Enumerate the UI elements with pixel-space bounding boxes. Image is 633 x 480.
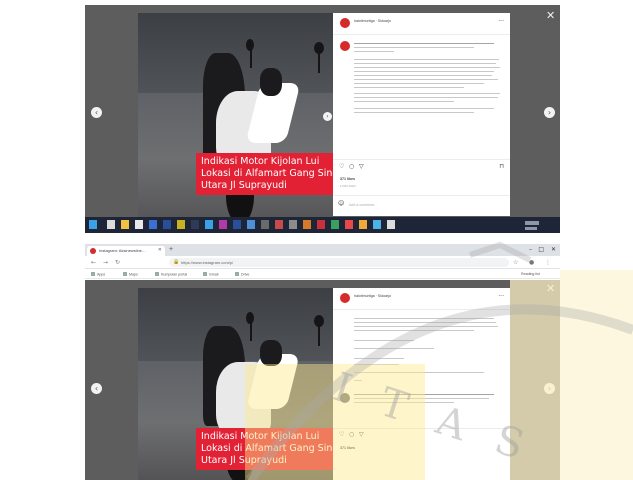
- likes-count[interactable]: 371 likes: [340, 446, 355, 450]
- more-options-icon[interactable]: ···: [498, 18, 504, 25]
- heart-icon[interactable]: ♡: [339, 163, 344, 170]
- image-caption: Indikasi Motor Kijolan Lui Lokasi di Alf…: [196, 428, 333, 470]
- heart-icon[interactable]: ♡: [339, 431, 344, 438]
- chevron-left-icon[interactable]: ‹: [91, 383, 102, 394]
- taskbar-app-icon[interactable]: [233, 220, 241, 229]
- chevron-left-icon[interactable]: ‹: [91, 107, 102, 118]
- caption-line-1: Indikasi Motor Kijolan Lui: [201, 156, 320, 167]
- send-icon[interactable]: ▽: [359, 431, 364, 438]
- comment-icon[interactable]: ○: [349, 163, 354, 170]
- taskbar-app-icon[interactable]: [135, 220, 143, 229]
- post-photo: Indikasi Motor Kijolan Lui Lokasi di Alf…: [138, 288, 333, 480]
- taskbar-app-icon[interactable]: [177, 220, 185, 229]
- window-minimize-icon[interactable]: –: [529, 246, 532, 253]
- url-text: https://www.instagram.com/p/: [181, 260, 234, 265]
- back-icon[interactable]: ←: [91, 259, 96, 266]
- start-icon[interactable]: [89, 220, 97, 229]
- caption-avatar: [340, 41, 350, 51]
- likes-count[interactable]: 371 likes: [340, 177, 355, 181]
- account-avatar[interactable]: [340, 293, 350, 303]
- taskbar-app-icon[interactable]: [163, 220, 171, 229]
- taskbar-app-icon[interactable]: [345, 220, 353, 229]
- caption-line-1: Indikasi Motor Kijolan Lui: [201, 431, 320, 442]
- account-avatar[interactable]: [340, 18, 350, 28]
- taskbar-app-icon[interactable]: [289, 220, 297, 229]
- post-timestamp: 1 DAY AGO: [340, 184, 356, 188]
- photo-next-chevron-icon[interactable]: ›: [323, 112, 332, 121]
- taskbar-app-icon[interactable]: [149, 220, 157, 229]
- forward-icon[interactable]: →: [103, 259, 108, 266]
- tab-close-icon[interactable]: ✕: [158, 247, 162, 253]
- more-options-icon[interactable]: ···: [498, 293, 504, 300]
- comment-icon[interactable]: ○: [349, 431, 354, 438]
- browser-tab[interactable]: Instagram: Aksinewsline… ✕: [87, 246, 165, 256]
- image-caption: Indikasi Motor Kijolan Lui Lokasi di Alf…: [196, 153, 333, 195]
- window-maximize-icon[interactable]: □: [538, 246, 544, 253]
- menu-icon[interactable]: ⋮: [545, 259, 551, 266]
- send-icon[interactable]: ▽: [359, 163, 364, 170]
- caption-line-3: Utara Jl Suprayudi: [201, 180, 287, 191]
- highlight-overlay: [560, 270, 633, 480]
- taskbar-app-icon[interactable]: [107, 220, 115, 229]
- page: Indikasi Motor Kijolan Lui Lokasi di Alf…: [0, 0, 633, 480]
- bookmarks-bar: Apps Maps Kumpulan portal Gmail Drive Re…: [85, 270, 560, 279]
- bookmark-maps[interactable]: Maps: [123, 272, 138, 277]
- bookmark-icon[interactable]: ⊓: [499, 163, 504, 170]
- account-handle[interactable]: halotimurtiga · Sidoarjo: [354, 294, 391, 298]
- taskbar-app-icon[interactable]: [303, 220, 311, 229]
- taskbar-app-icon[interactable]: [205, 220, 213, 229]
- post-sidebar: halotimurtiga · Sidoarjo ··· ♡ ○ ▽ ⊓ 371…: [333, 13, 510, 216]
- profile-icon[interactable]: ●: [529, 259, 534, 266]
- bookmark-portal[interactable]: Kumpulan portal: [155, 272, 187, 277]
- taskbar-app-icon[interactable]: [387, 220, 395, 229]
- tray-icon[interactable]: [525, 221, 539, 225]
- taskbar-app-icon[interactable]: [219, 220, 227, 229]
- comment-input[interactable]: Add a comment...: [349, 203, 377, 207]
- close-icon[interactable]: ✕: [546, 9, 555, 22]
- tab-title: Instagram: Aksinewsline…: [99, 248, 146, 253]
- tray-icon[interactable]: [525, 227, 537, 230]
- post-photo: Indikasi Motor Kijolan Lui Lokasi di Alf…: [138, 13, 333, 223]
- reload-icon[interactable]: ↻: [115, 259, 120, 266]
- star-icon[interactable]: ☆: [513, 259, 518, 266]
- taskbar-app-icon[interactable]: [121, 220, 129, 229]
- new-tab-icon[interactable]: +: [169, 246, 173, 253]
- windows-taskbar: [85, 217, 560, 233]
- window-close-icon[interactable]: ✕: [551, 246, 556, 253]
- caption-line-2: Lokasi di Alfamart Gang Singo: [201, 443, 333, 454]
- account-handle[interactable]: halotimurtiga · Sidoarjo: [354, 19, 391, 23]
- reading-list[interactable]: Reading list: [521, 272, 540, 276]
- taskbar-app-icon[interactable]: [275, 220, 283, 229]
- taskbar-app-icon[interactable]: [247, 220, 255, 229]
- taskbar-app-icon[interactable]: [359, 220, 367, 229]
- instagram-viewer-top: Indikasi Motor Kijolan Lui Lokasi di Alf…: [85, 5, 560, 233]
- chevron-right-icon[interactable]: ›: [544, 107, 555, 118]
- bookmark-gmail[interactable]: Gmail: [203, 272, 218, 277]
- url-input[interactable]: 🔒 https://www.instagram.com/p/: [169, 258, 509, 267]
- bookmark-drive[interactable]: Drive: [235, 272, 249, 277]
- caption-line-2: Lokasi di Alfamart Gang Singo: [201, 168, 333, 179]
- bookmark-apps[interactable]: Apps: [91, 272, 105, 277]
- smiley-icon[interactable]: ☺: [338, 200, 344, 207]
- taskbar-app-icon[interactable]: [191, 220, 199, 229]
- address-bar-row: ← → ↻ 🔒 https://www.instagram.com/p/ ☆ ●…: [85, 256, 560, 269]
- instagram-favicon-icon: [90, 248, 96, 254]
- browser-tab-strip: Instagram: Aksinewsline… ✕ + ✕ □ –: [85, 244, 560, 256]
- caption-line-3: Utara Jl Suprayudi: [201, 455, 287, 466]
- taskbar-app-icon[interactable]: [317, 220, 325, 229]
- lock-icon: 🔒: [173, 259, 180, 265]
- taskbar-app-icon[interactable]: [373, 220, 381, 229]
- taskbar-app-icon[interactable]: [331, 220, 339, 229]
- taskbar-app-icon[interactable]: [261, 220, 269, 229]
